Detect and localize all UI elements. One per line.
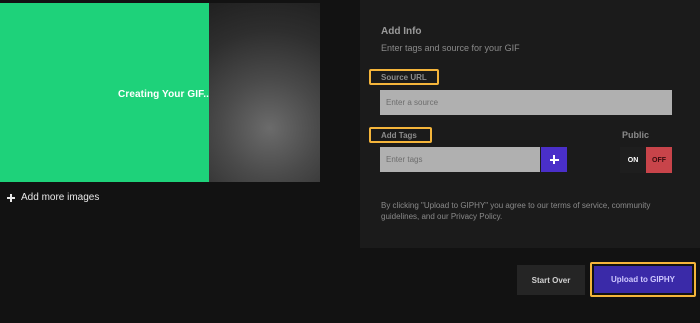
start-over-button[interactable]: Start Over (517, 265, 585, 295)
upload-highlight: Upload to GIPHY (590, 262, 696, 297)
add-info-title: Add Info (381, 26, 422, 37)
add-tag-button[interactable] (541, 147, 567, 172)
preview-image (208, 3, 320, 182)
plus-icon (549, 155, 559, 164)
source-url-label: Source URL (381, 73, 427, 82)
add-tags-label: Add Tags (381, 131, 417, 140)
terms-text: By clicking "Upload to GIPHY" you agree … (381, 201, 651, 221)
public-label: Public (622, 130, 650, 140)
gif-preview: Creating Your GIF.. (0, 3, 320, 182)
public-toggle[interactable]: ON OFF (620, 147, 672, 173)
upload-to-giphy-button[interactable]: Upload to GIPHY (594, 266, 692, 293)
add-info-subtitle: Enter tags and source for your GIF (381, 43, 520, 53)
tags-input[interactable] (380, 147, 540, 172)
plus-icon (7, 193, 15, 202)
add-more-images-button[interactable]: Add more images (7, 192, 99, 203)
public-toggle-off[interactable]: OFF (646, 147, 672, 173)
add-more-images-label: Add more images (21, 192, 100, 203)
source-url-input[interactable] (380, 90, 672, 115)
public-toggle-on[interactable]: ON (620, 147, 646, 173)
creating-status-text: Creating Your GIF.. (118, 89, 209, 100)
